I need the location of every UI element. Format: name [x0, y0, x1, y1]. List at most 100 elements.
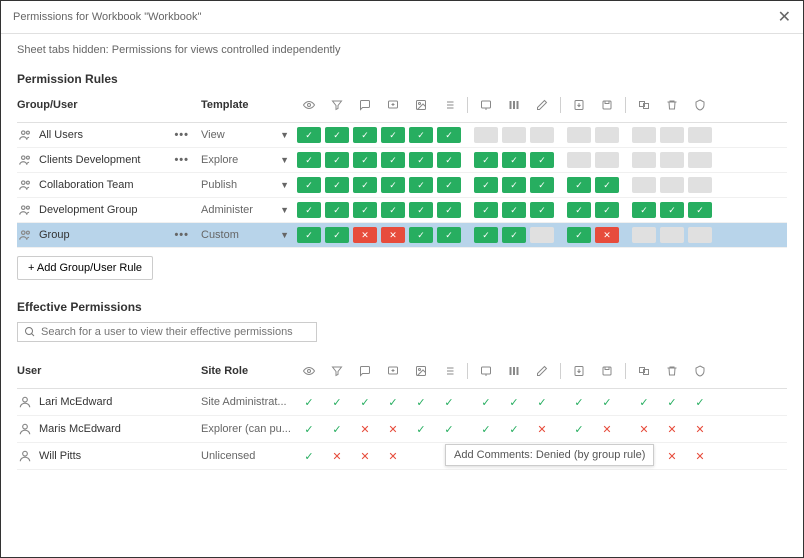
- perm-cell-web-edit[interactable]: ✓: [502, 152, 526, 168]
- eff-cell-image: [409, 448, 433, 464]
- eff-cell-share: ✓: [474, 394, 498, 410]
- eff-cell-filter: ✓: [325, 394, 349, 410]
- perm-cell-comments[interactable]: ✓: [353, 177, 377, 193]
- eff-cell-set-perms: ✕: [688, 421, 712, 437]
- perm-cell-view[interactable]: ✓: [297, 152, 321, 168]
- perm-cell-summary[interactable]: ✓: [437, 177, 461, 193]
- group-name: Group: [39, 229, 70, 241]
- row-menu-button[interactable]: •••: [174, 154, 189, 166]
- perm-cell-summary[interactable]: ✓: [437, 127, 461, 143]
- perm-cell-filter[interactable]: ✓: [325, 177, 349, 193]
- perm-cell-filter[interactable]: ✓: [325, 227, 349, 243]
- perm-cell-edit[interactable]: [530, 127, 554, 143]
- perm-cell-summary[interactable]: ✓: [437, 202, 461, 218]
- perm-cell-delete[interactable]: [660, 177, 684, 193]
- rule-row[interactable]: Clients Development•••Explore▼✓✓✓✓✓✓✓✓✓: [17, 148, 787, 173]
- close-button[interactable]: ✕: [778, 7, 791, 27]
- perm-cell-comments[interactable]: ✕: [353, 227, 377, 243]
- row-menu-button[interactable]: •••: [174, 129, 189, 141]
- perm-cell-set-perms[interactable]: [688, 177, 712, 193]
- perm-cell-share[interactable]: ✓: [474, 202, 498, 218]
- perm-cell-filter[interactable]: ✓: [325, 202, 349, 218]
- add-comments-icon: [381, 96, 405, 114]
- perm-cell-edit[interactable]: ✓: [530, 152, 554, 168]
- perm-cell-add-comments[interactable]: ✓: [381, 202, 405, 218]
- perm-cell-comments[interactable]: ✓: [353, 127, 377, 143]
- effective-row: Lari McEdwardSite Administrat...✓✓✓✓✓✓✓✓…: [17, 389, 787, 416]
- rule-row[interactable]: Collaboration TeamPublish▼✓✓✓✓✓✓✓✓✓✓✓: [17, 173, 787, 198]
- template-select[interactable]: Explore▼: [197, 154, 297, 166]
- group-icon: [17, 153, 33, 167]
- template-select[interactable]: Administer▼: [197, 204, 297, 216]
- perm-cell-share[interactable]: ✓: [474, 227, 498, 243]
- caret-down-icon: ▼: [280, 205, 289, 215]
- perm-cell-image[interactable]: ✓: [409, 152, 433, 168]
- perm-cell-view[interactable]: ✓: [297, 202, 321, 218]
- perm-cell-add-comments[interactable]: ✕: [381, 227, 405, 243]
- perm-cell-view[interactable]: ✓: [297, 127, 321, 143]
- perm-cell-image[interactable]: ✓: [409, 227, 433, 243]
- perm-cell-save[interactable]: ✓: [595, 202, 619, 218]
- row-menu-button[interactable]: •••: [174, 229, 189, 241]
- perm-cell-image[interactable]: ✓: [409, 202, 433, 218]
- perm-cell-download[interactable]: ✓: [567, 177, 591, 193]
- template-select[interactable]: View▼: [197, 129, 297, 141]
- perm-cell-edit[interactable]: ✓: [530, 202, 554, 218]
- perm-cell-view[interactable]: ✓: [297, 177, 321, 193]
- perm-cell-image[interactable]: ✓: [409, 177, 433, 193]
- perm-cell-set-perms[interactable]: [688, 127, 712, 143]
- perm-cell-delete[interactable]: [660, 227, 684, 243]
- rule-row[interactable]: Group•••Custom▼✓✓✕✕✓✓✓✓✓✕: [17, 223, 787, 248]
- perm-cell-summary[interactable]: ✓: [437, 152, 461, 168]
- perm-cell-set-perms[interactable]: [688, 152, 712, 168]
- perm-cell-summary[interactable]: ✓: [437, 227, 461, 243]
- perm-cell-share[interactable]: ✓: [474, 177, 498, 193]
- perm-cell-filter[interactable]: ✓: [325, 127, 349, 143]
- perm-cell-image[interactable]: ✓: [409, 127, 433, 143]
- group-icon: [17, 203, 33, 217]
- perm-cell-comments[interactable]: ✓: [353, 152, 377, 168]
- perm-cell-web-edit[interactable]: ✓: [502, 177, 526, 193]
- perm-cell-download[interactable]: ✓: [567, 202, 591, 218]
- rule-row[interactable]: All Users•••View▼✓✓✓✓✓✓: [17, 123, 787, 148]
- perm-cell-share[interactable]: [474, 127, 498, 143]
- perm-cell-web-edit[interactable]: [502, 127, 526, 143]
- perm-cell-web-edit[interactable]: ✓: [502, 202, 526, 218]
- perm-cell-share[interactable]: ✓: [474, 152, 498, 168]
- perm-cell-add-comments[interactable]: ✓: [381, 152, 405, 168]
- perm-cell-set-perms[interactable]: [688, 227, 712, 243]
- perm-cell-filter[interactable]: ✓: [325, 152, 349, 168]
- perm-cell-delete[interactable]: ✓: [660, 202, 684, 218]
- rule-row[interactable]: Development GroupAdminister▼✓✓✓✓✓✓✓✓✓✓✓✓…: [17, 198, 787, 223]
- user-name: Maris McEdward: [39, 423, 121, 435]
- perm-cell-view[interactable]: ✓: [297, 227, 321, 243]
- search-input[interactable]: [41, 326, 310, 338]
- perm-cell-download[interactable]: [567, 127, 591, 143]
- perm-cell-move[interactable]: [632, 152, 656, 168]
- perm-cell-save[interactable]: ✓: [595, 177, 619, 193]
- perm-cell-delete[interactable]: [660, 127, 684, 143]
- perm-cell-move[interactable]: [632, 177, 656, 193]
- perm-cell-download[interactable]: [567, 152, 591, 168]
- perm-cell-move[interactable]: ✓: [632, 202, 656, 218]
- perm-cell-move[interactable]: [632, 227, 656, 243]
- perm-cell-save[interactable]: [595, 127, 619, 143]
- perm-cell-add-comments[interactable]: ✓: [381, 177, 405, 193]
- perm-cell-set-perms[interactable]: ✓: [688, 202, 712, 218]
- perm-cell-comments[interactable]: ✓: [353, 202, 377, 218]
- perm-cell-delete[interactable]: [660, 152, 684, 168]
- perm-cell-download[interactable]: ✓: [567, 227, 591, 243]
- perm-cell-save[interactable]: [595, 152, 619, 168]
- move-icon: [632, 362, 656, 380]
- eff-cell-image: ✓: [409, 394, 433, 410]
- template-select[interactable]: Publish▼: [197, 179, 297, 191]
- perm-cell-web-edit[interactable]: ✓: [502, 227, 526, 243]
- perm-cell-edit[interactable]: [530, 227, 554, 243]
- template-select[interactable]: Custom▼: [197, 229, 297, 241]
- perm-cell-save[interactable]: ✕: [595, 227, 619, 243]
- add-group-user-button[interactable]: + Add Group/User Rule: [17, 256, 153, 280]
- perm-cell-edit[interactable]: ✓: [530, 177, 554, 193]
- search-box[interactable]: [17, 322, 317, 342]
- perm-cell-move[interactable]: [632, 127, 656, 143]
- perm-cell-add-comments[interactable]: ✓: [381, 127, 405, 143]
